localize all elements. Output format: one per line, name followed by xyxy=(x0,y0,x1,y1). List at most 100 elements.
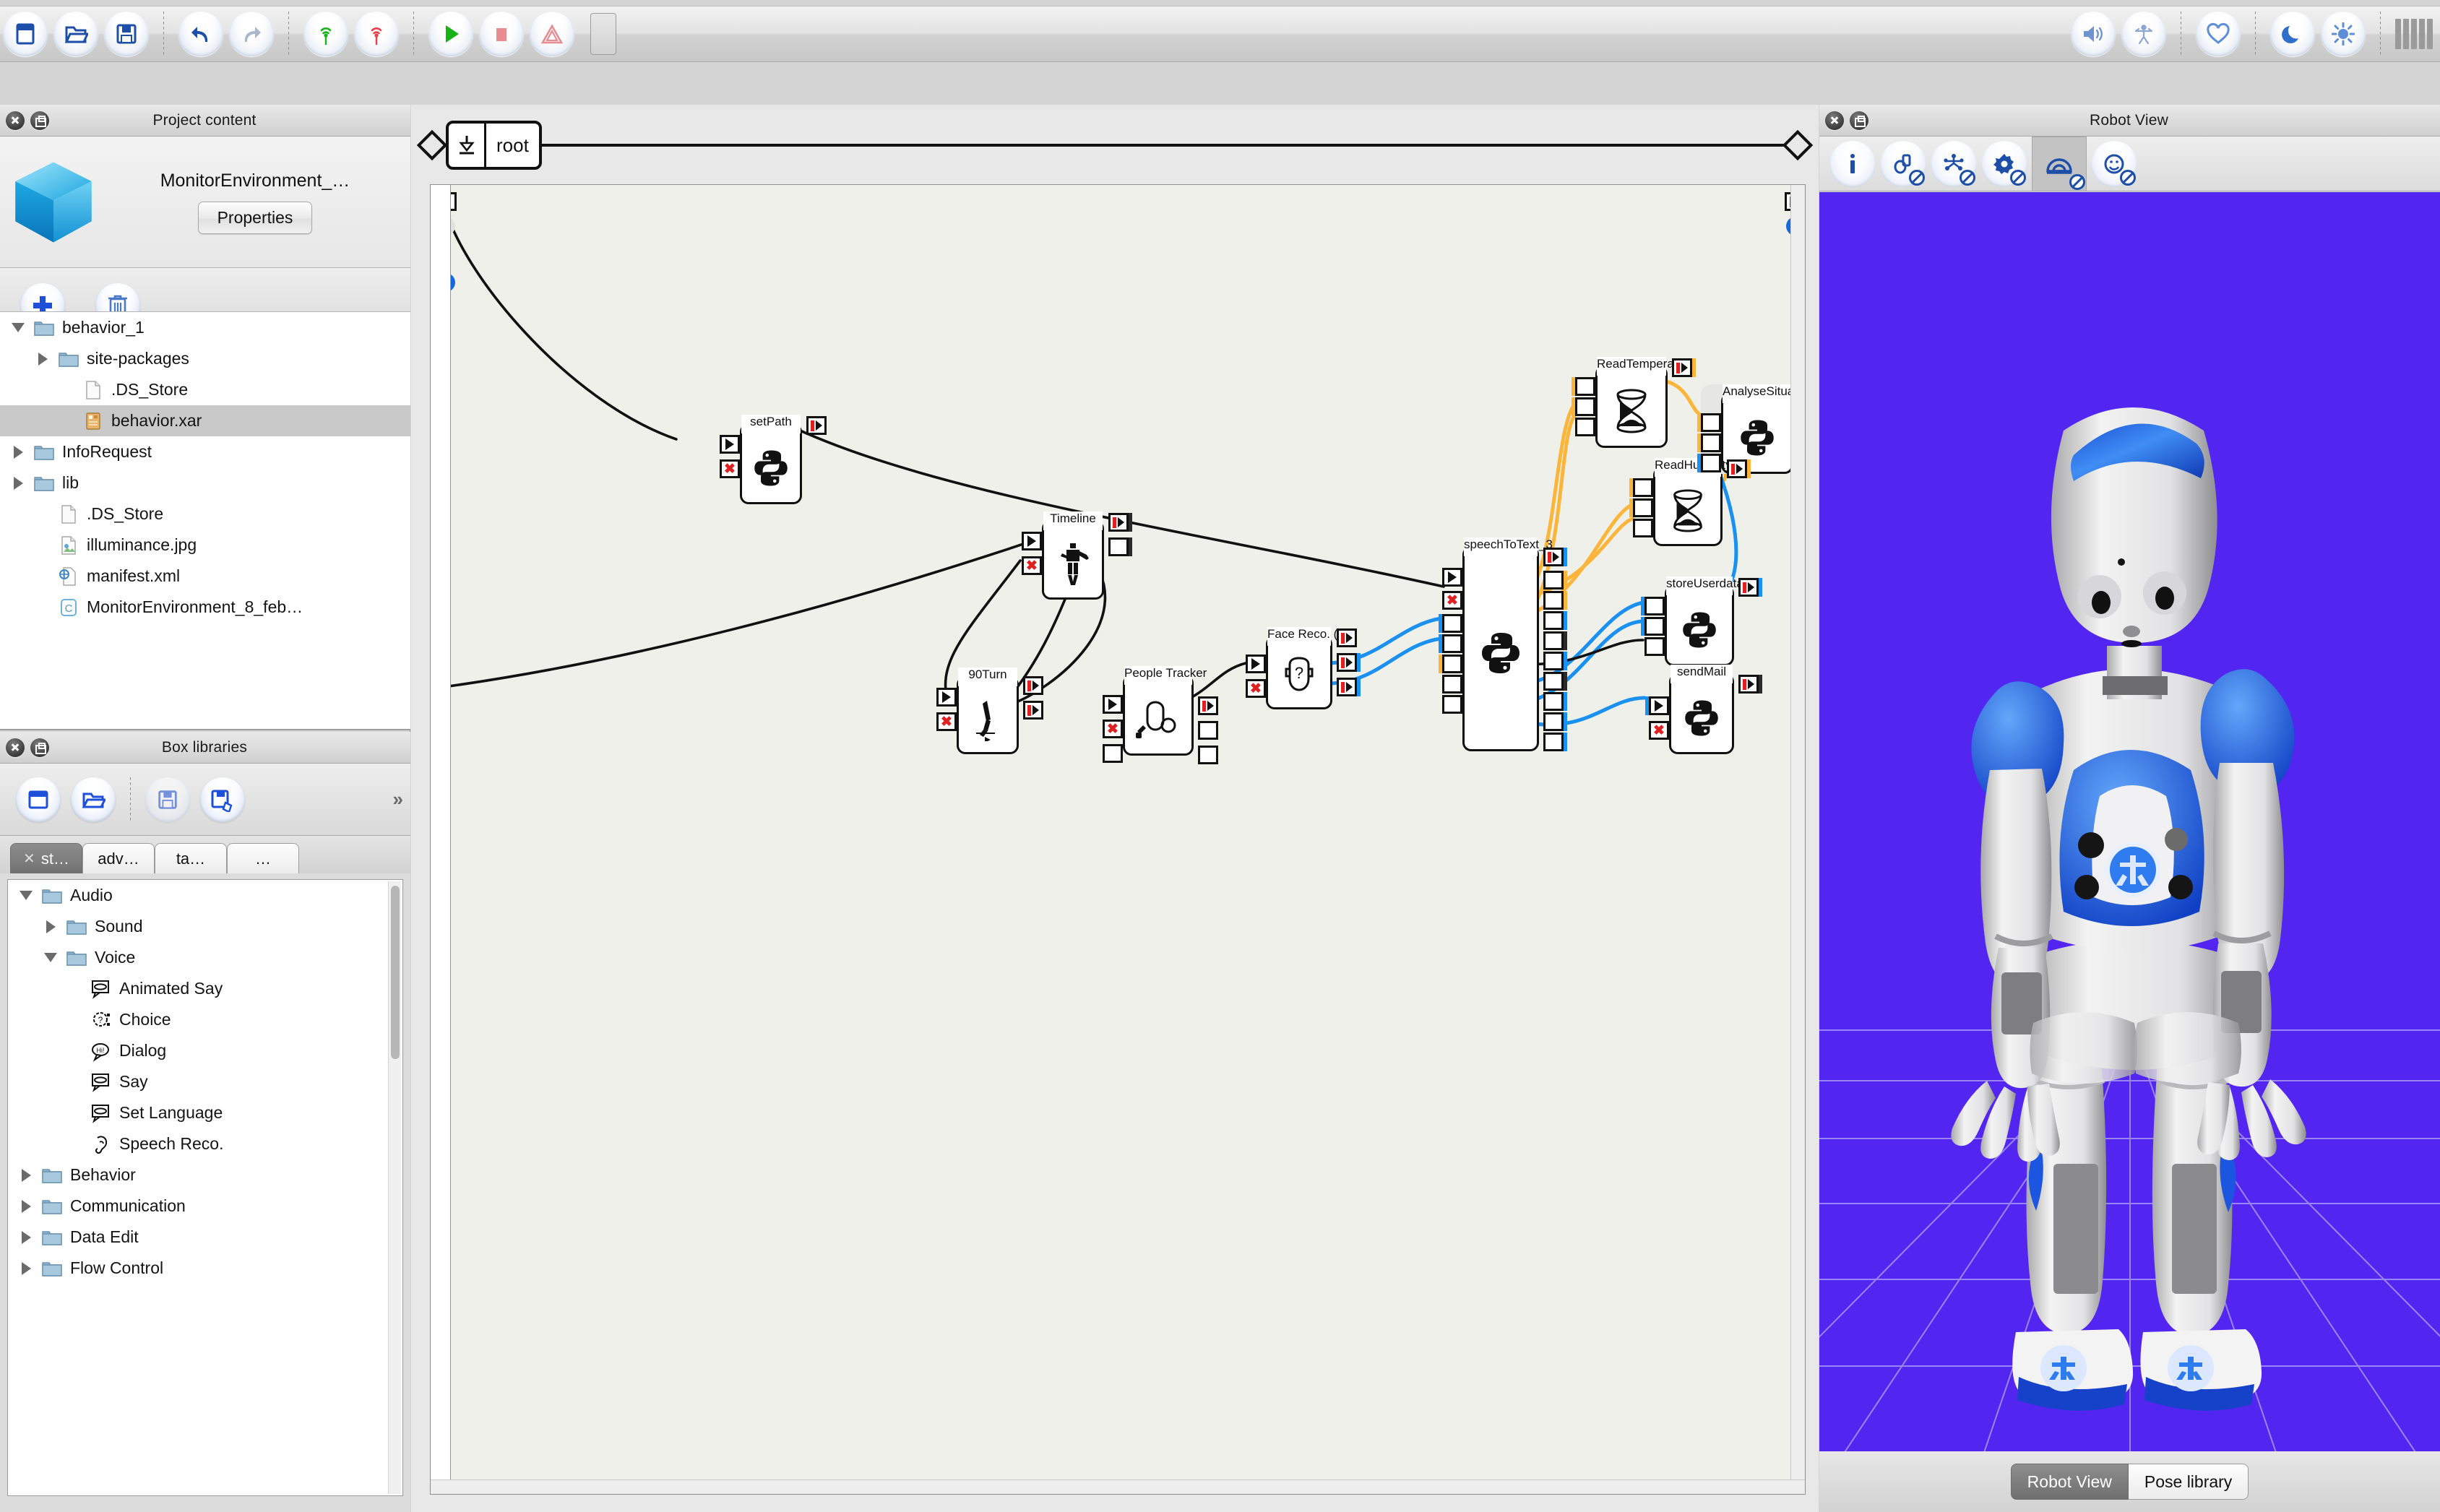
box-libraries-float-button[interactable] xyxy=(30,738,49,757)
disconnect-robot-button[interactable] xyxy=(354,12,399,56)
box-output-dark-1[interactable] xyxy=(1543,631,1564,650)
toggle-motors-button[interactable] xyxy=(1981,140,2027,187)
flow-box-Timeline[interactable]: Timeline ✖ xyxy=(1022,511,1129,600)
flow-box-FaceReco[interactable]: Face Reco. (1) ✖ ? xyxy=(1246,627,1357,709)
box-output-ondone[interactable] xyxy=(806,416,827,435)
box-output-blue-4[interactable] xyxy=(1543,712,1564,731)
wake-up-button[interactable] xyxy=(2321,12,2366,56)
box-input-userdata[interactable] xyxy=(1701,454,1721,472)
rest-button[interactable] xyxy=(2270,12,2315,56)
box-input-onstop[interactable]: ✖ xyxy=(1649,721,1669,740)
box-output-face-data-1[interactable] xyxy=(1337,653,1357,672)
box-library-tab[interactable]: … xyxy=(227,843,299,873)
box-output-onstopped[interactable] xyxy=(1108,537,1129,556)
box-input-data-3[interactable] xyxy=(1633,519,1653,537)
project-tree-item-row[interactable]: illuminance.jpg xyxy=(0,530,410,561)
box-output-secondary[interactable] xyxy=(1023,701,1043,720)
project-tree-item-row[interactable]: manifest.xml xyxy=(0,561,410,592)
box-output-ondone[interactable] xyxy=(1543,548,1564,566)
robot-view-tab[interactable]: Robot View xyxy=(2010,1464,2129,1500)
stop-button[interactable] xyxy=(479,12,524,56)
volume-button[interactable] xyxy=(2071,12,2116,56)
box-output-face-data-2[interactable] xyxy=(1337,678,1357,696)
debug-button[interactable] xyxy=(530,12,574,56)
play-button[interactable] xyxy=(428,12,473,56)
flow-canvas[interactable]: setPath ✖ Timeline ✖ 90Turn ✖ People Tra… xyxy=(451,185,1790,1479)
box-libraries-tree[interactable]: Audio Sound Voice Animated Say? Choice Hi! Dia… xyxy=(8,880,388,1495)
box-library-item-row[interactable]: ? Choice xyxy=(8,1004,388,1035)
project-tree-item-row[interactable]: .DS_Store xyxy=(0,498,410,530)
undo-button[interactable] xyxy=(178,12,223,56)
box-input-data-2[interactable] xyxy=(1575,397,1595,416)
box-input-onstart[interactable] xyxy=(720,435,740,454)
canvas-input-port[interactable] xyxy=(451,192,457,211)
close-icon[interactable]: ✕ xyxy=(23,850,35,868)
new-library-button[interactable] xyxy=(16,777,61,822)
box-library-item-row[interactable]: Voice xyxy=(8,942,388,973)
project-file-tree[interactable]: behavior_1 site-packages .DS_Store behavior… xyxy=(0,311,410,729)
box-input-data[interactable] xyxy=(1103,744,1123,763)
toggle-face-detection-button[interactable] xyxy=(2091,140,2137,187)
box-output-ondone[interactable] xyxy=(1738,675,1759,694)
save-library-button[interactable] xyxy=(145,777,190,822)
box-library-item-row[interactable]: Flow Control xyxy=(8,1253,388,1284)
open-library-button[interactable] xyxy=(71,777,116,822)
box-input-onstart[interactable] xyxy=(1649,696,1669,715)
robot-view-float-button[interactable] xyxy=(1850,111,1868,130)
project-tree-item-row[interactable]: C MonitorEnvironment_8_feb… xyxy=(0,592,410,623)
box-output-blue-2[interactable] xyxy=(1543,652,1564,670)
box-libraries-scrollbar[interactable] xyxy=(388,881,401,1494)
project-tree-item-row[interactable]: lib xyxy=(0,467,410,498)
box-input-onstart[interactable] xyxy=(1022,532,1042,550)
box-library-item-row[interactable]: Behavior xyxy=(8,1159,388,1191)
box-libraries-tabs[interactable]: ✕ st… adv… ta…… xyxy=(0,836,410,873)
toggle-skeleton-button[interactable] xyxy=(1931,140,1977,187)
robot-view-tabs[interactable]: Robot View Pose library xyxy=(1819,1451,2440,1512)
box-output-ondone[interactable] xyxy=(1738,578,1759,597)
root-breadcrumb-box[interactable]: root xyxy=(446,121,542,170)
box-input-onstop[interactable]: ✖ xyxy=(720,459,740,478)
box-input-data-1[interactable] xyxy=(1575,377,1595,396)
connect-to-robot-button[interactable] xyxy=(303,12,348,56)
box-library-item-row[interactable]: Sound xyxy=(8,911,388,942)
box-input-onstop[interactable]: ✖ xyxy=(1022,556,1042,575)
robot-view-close-button[interactable] xyxy=(1825,111,1844,130)
box-library-item-row[interactable]: Communication xyxy=(8,1191,388,1222)
box-input-onstart[interactable] xyxy=(1246,655,1266,673)
box-input-temperature[interactable] xyxy=(1701,413,1721,432)
project-tree-item-row[interactable]: .DS_Store xyxy=(0,374,410,405)
box-input-onstart[interactable] xyxy=(1103,695,1123,714)
box-output-ondone[interactable] xyxy=(1198,696,1218,715)
save-library-as-button[interactable] xyxy=(200,777,245,822)
box-input-onstop[interactable]: ✖ xyxy=(1442,591,1462,610)
open-project-button[interactable] xyxy=(53,12,98,56)
box-output-blue-3[interactable] xyxy=(1543,692,1564,711)
box-output-data-2[interactable] xyxy=(1198,746,1218,764)
box-libraries-tree-container[interactable]: Audio Sound Voice Animated Say? Choice Hi! Dia… xyxy=(7,879,403,1496)
robot-3d-viewport[interactable] xyxy=(1819,192,2440,1512)
project-content-close-button[interactable] xyxy=(6,111,25,130)
box-library-tab[interactable]: ✕ st… xyxy=(10,843,82,873)
save-project-button[interactable] xyxy=(104,12,149,56)
box-input-data-2[interactable] xyxy=(1633,498,1653,517)
project-tree-item-row[interactable]: site-packages xyxy=(0,343,410,374)
flow-box-sendMail[interactable]: sendMail ✖ xyxy=(1649,665,1759,754)
box-libraries-scroll-thumb[interactable] xyxy=(391,886,400,1059)
redo-button[interactable] xyxy=(229,12,274,56)
toggle-sonar-button[interactable] xyxy=(2032,136,2087,191)
box-library-item-row[interactable]: Set Language xyxy=(8,1097,388,1128)
new-project-button[interactable] xyxy=(3,12,48,56)
box-output-ondone[interactable] xyxy=(1023,676,1043,695)
box-library-tab[interactable]: adv… xyxy=(82,843,155,873)
box-library-tab[interactable]: ta… xyxy=(155,843,227,873)
box-output-ondone[interactable] xyxy=(1727,459,1747,478)
box-input-data-2[interactable] xyxy=(1644,617,1665,636)
project-tree-item-row[interactable]: behavior.xar xyxy=(0,405,410,436)
box-output-dark-2[interactable] xyxy=(1543,672,1564,691)
stiffness-button[interactable] xyxy=(2121,12,2166,56)
box-libraries-close-button[interactable] xyxy=(6,738,25,757)
box-input-data-5[interactable] xyxy=(1442,695,1462,714)
box-input-data-2[interactable] xyxy=(1442,634,1462,653)
flow-box-setPath[interactable]: setPath ✖ xyxy=(720,415,827,504)
flow-box-PeopleTracker[interactable]: People Tracker ✖ xyxy=(1103,666,1218,764)
